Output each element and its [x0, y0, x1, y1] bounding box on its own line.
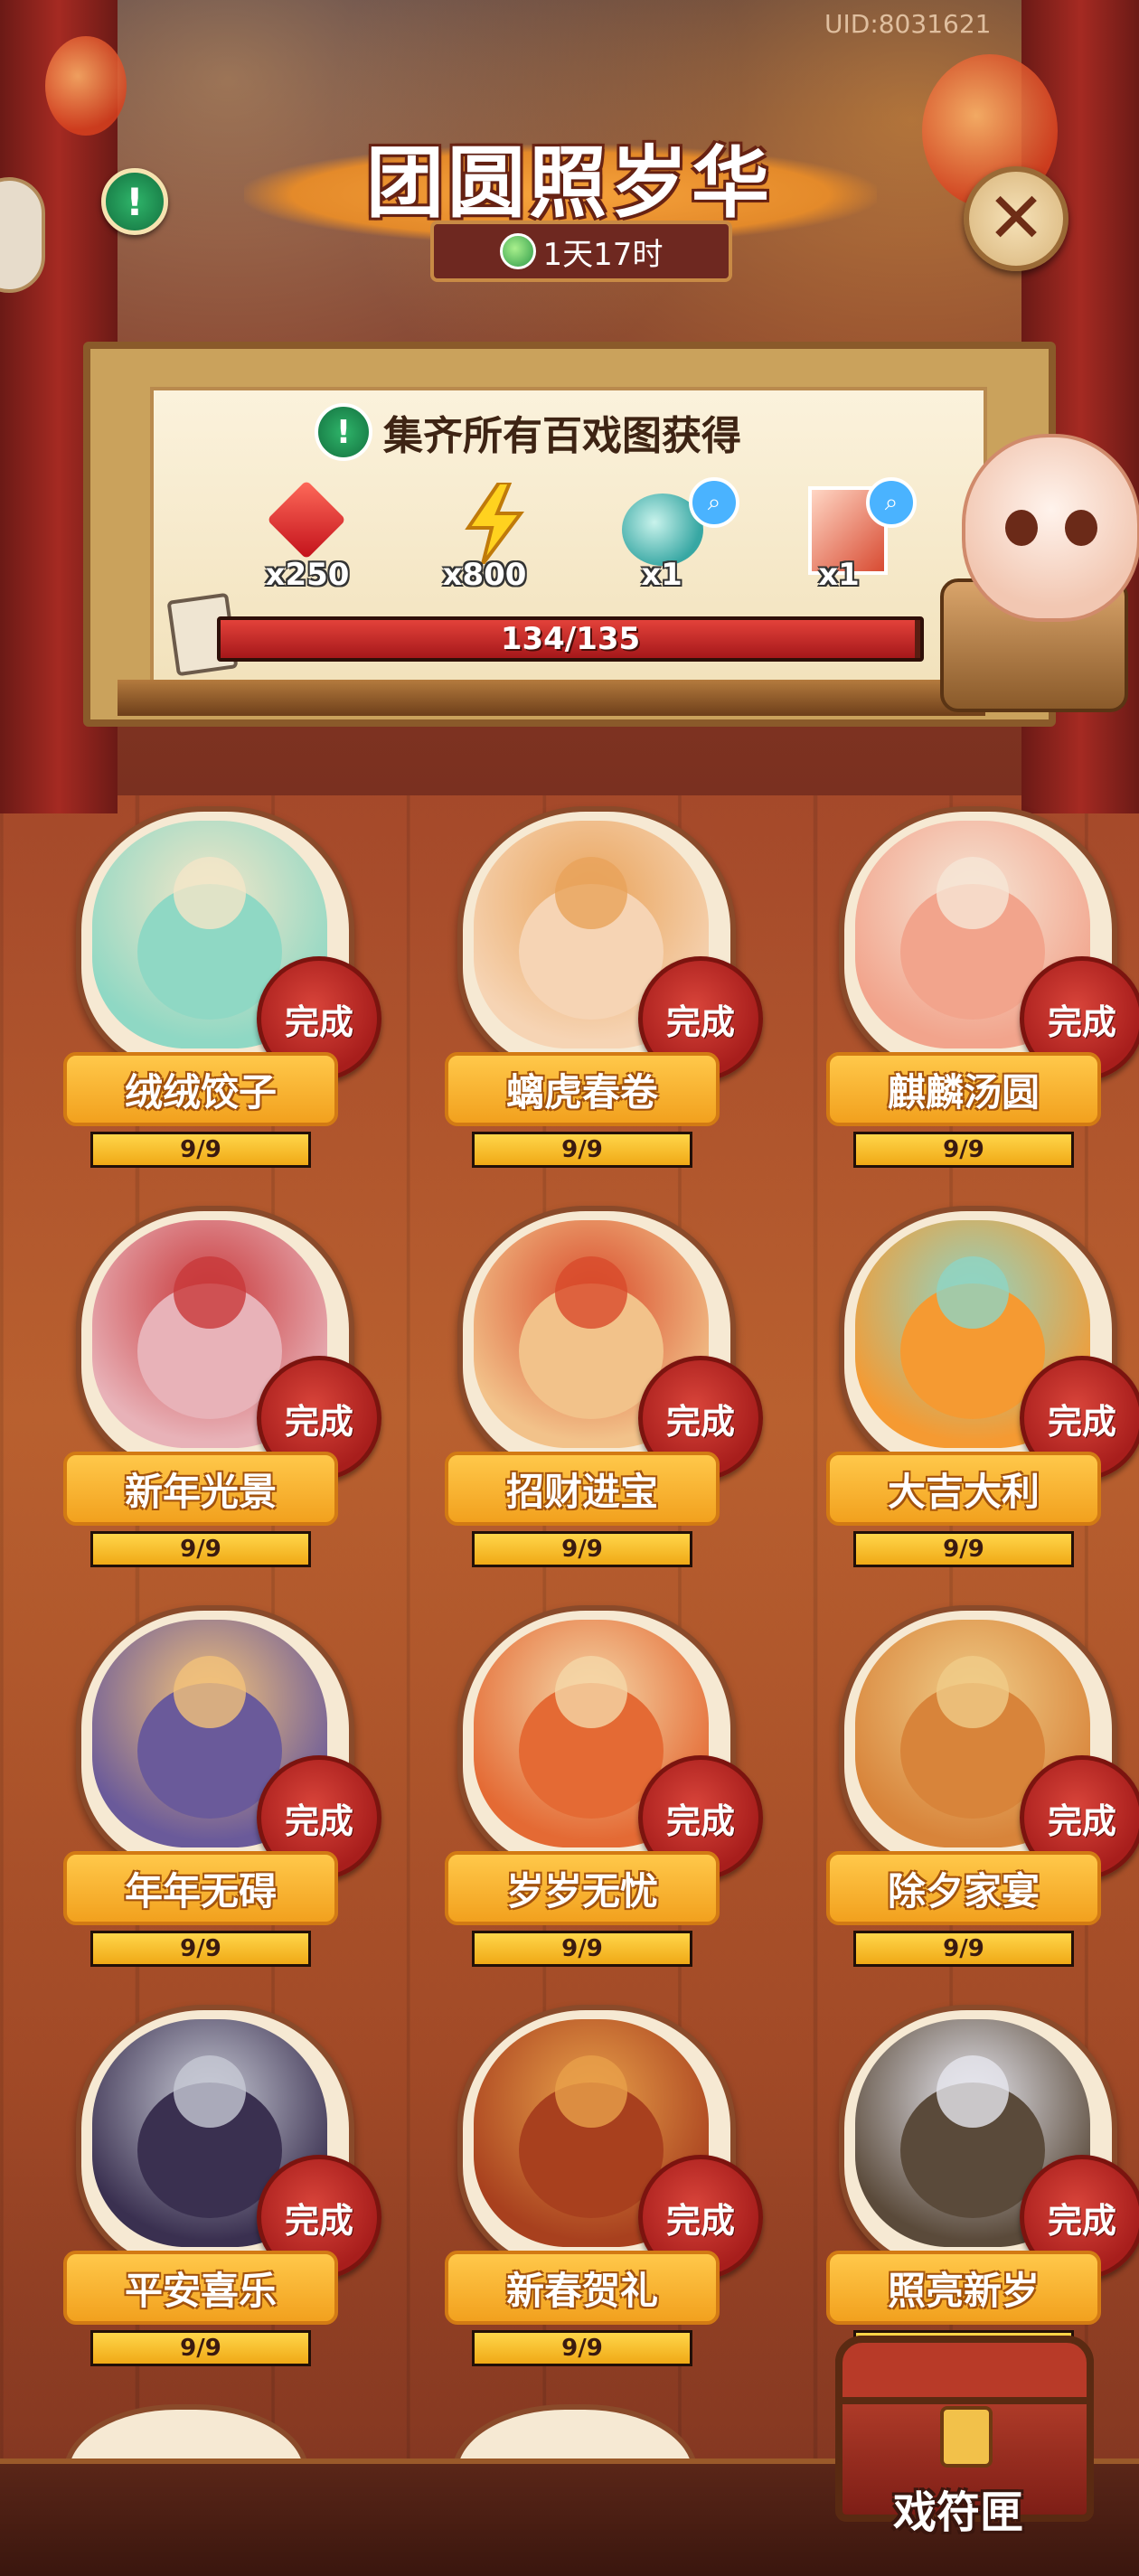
collection-card[interactable]: 完成 平安喜乐 9/9 — [56, 2005, 381, 2366]
card-name: 大吉大利 — [826, 1452, 1101, 1526]
card-name: 照亮新岁 — [826, 2251, 1101, 2325]
card-progress-bar: 9/9 — [472, 1931, 692, 1967]
card-name: 绒绒饺子 — [63, 1052, 338, 1126]
card-name: 招财进宝 — [445, 1452, 720, 1526]
card-progress-bar: 9/9 — [90, 1132, 311, 1168]
collection-card[interactable]: 完成 螭虎春卷 9/9 — [438, 806, 763, 1168]
collection-card[interactable]: 完成 岁岁无忧 9/9 — [438, 1605, 763, 1967]
collection-card[interactable]: 完成照亮新岁9/9 — [819, 2005, 1139, 2366]
card-name: 螭虎春卷 — [445, 1052, 720, 1126]
collection-card[interactable]: 完成 年年无碍 9/9 — [56, 1605, 381, 1967]
card-name: 麒麟汤圆 — [826, 1052, 1101, 1126]
collection-card[interactable]: 完成 麒麟汤圆 9/9 — [819, 806, 1139, 1168]
card-name: 新春贺礼 — [445, 2251, 720, 2325]
card-progress-text: 9/9 — [943, 1536, 984, 1563]
card-name: 岁岁无忧 — [445, 1851, 720, 1925]
chest-label[interactable]: 戏符匣 — [841, 2477, 1076, 2540]
card-progress-bar: 9/9 — [90, 1931, 311, 1967]
card-progress-text: 9/9 — [561, 1536, 603, 1563]
card-progress-text: 9/9 — [180, 1536, 221, 1563]
card-progress-bar: 9/9 — [472, 1132, 692, 1168]
card-progress-bar: 9/9 — [472, 2330, 692, 2366]
card-name: 平安喜乐 — [63, 2251, 338, 2325]
card-name: 年年无碍 — [63, 1851, 338, 1925]
card-progress-text: 9/9 — [180, 1136, 221, 1163]
card-progress-bar: 9/9 — [853, 1531, 1074, 1567]
card-name: 除夕家宴 — [826, 1851, 1101, 1925]
card-progress-text: 9/9 — [561, 1136, 603, 1163]
card-progress-text: 9/9 — [561, 1935, 603, 1962]
collection-grid: 完成 绒绒饺子 9/9 完成 螭虎春卷 9/9 完成 麒麟汤圆 9/9 完成 新年光景 9/9 完成 招财… — [0, 0, 1139, 2571]
card-progress-text: 9/9 — [561, 2335, 603, 2362]
card-progress-bar: 9/9 — [853, 1931, 1074, 1967]
card-progress-bar: 9/9 — [853, 1132, 1074, 1168]
card-progress-text: 9/9 — [943, 1136, 984, 1163]
collection-card[interactable]: 完成 除夕家宴 9/9 — [819, 1605, 1139, 1967]
card-progress-text: 9/9 — [943, 1935, 984, 1962]
card-progress-bar: 9/9 — [472, 1531, 692, 1567]
card-progress-text: 9/9 — [180, 1935, 221, 1962]
collection-card[interactable]: 完成 新年光景 9/9 — [56, 1206, 381, 1567]
collection-card[interactable]: 完成 大吉大利 9/9 — [819, 1206, 1139, 1567]
collection-card[interactable]: 完成 招财进宝 9/9 — [438, 1206, 763, 1567]
card-name: 新年光景 — [63, 1452, 338, 1526]
card-progress-bar: 9/9 — [90, 1531, 311, 1567]
card-progress-bar: 9/9 — [90, 2330, 311, 2366]
collection-card[interactable]: 完成 绒绒饺子 9/9 — [56, 806, 381, 1168]
collection-card[interactable]: 完成 新春贺礼 9/9 — [438, 2005, 763, 2366]
card-progress-text: 9/9 — [180, 2335, 221, 2362]
